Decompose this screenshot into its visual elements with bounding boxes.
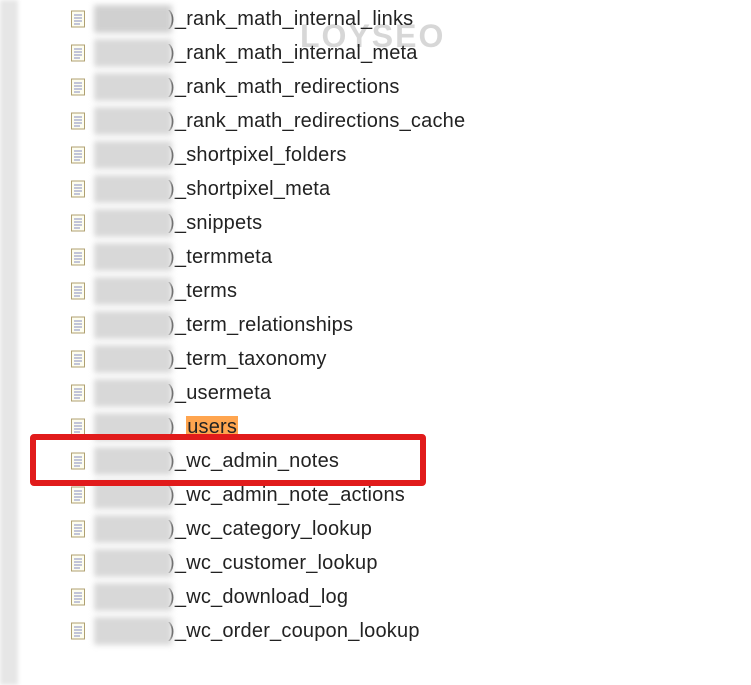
- table-name-text: _wc_admin_notes: [175, 450, 339, 473]
- table-icon: [70, 588, 88, 606]
- table-row[interactable]: )_wc_admin_notes: [70, 444, 751, 478]
- table-row[interactable]: )_term_relationships: [70, 308, 751, 342]
- redacted-prefix: [94, 515, 172, 543]
- table-icon: [70, 418, 88, 436]
- table-name-text: _rank_math_internal_links: [175, 8, 413, 31]
- redacted-prefix: [94, 311, 172, 339]
- table-name-label: )_wc_admin_notes: [172, 450, 339, 473]
- table-name-text: _rank_math_redirections: [175, 76, 400, 99]
- table-name-text: _shortpixel_folders: [175, 144, 347, 167]
- table-name-text: _terms: [175, 280, 237, 303]
- table-name-label: )_rank_math_internal_links: [172, 8, 413, 31]
- table-icon: [70, 316, 88, 334]
- table-name-text: _term_relationships: [175, 314, 353, 337]
- redacted-prefix: [94, 277, 172, 305]
- redacted-prefix: [94, 549, 172, 577]
- table-name-label: )_rank_math_internal_meta: [172, 42, 418, 65]
- table-name-text: _snippets: [175, 212, 262, 235]
- redacted-prefix: [94, 413, 172, 441]
- table-icon: [70, 282, 88, 300]
- table-name-text: _wc_download_log: [175, 586, 348, 609]
- redacted-prefix: [94, 617, 172, 645]
- redacted-prefix: [94, 379, 172, 407]
- table-name-label: )_users: [172, 416, 238, 439]
- table-row[interactable]: )_rank_math_internal_meta: [70, 36, 751, 70]
- table-row[interactable]: )_term_taxonomy: [70, 342, 751, 376]
- redacted-prefix: [94, 481, 172, 509]
- table-name-text: _rank_math_redirections_cache: [175, 110, 465, 133]
- redacted-prefix: [94, 141, 172, 169]
- search-match-highlight: users: [186, 416, 238, 439]
- table-row[interactable]: )_shortpixel_folders: [70, 138, 751, 172]
- db-table-list: )_rank_math_internal_links )_rank_math_i…: [0, 0, 751, 648]
- table-icon: [70, 248, 88, 266]
- table-name-label: )_snippets: [172, 212, 262, 235]
- redacted-prefix: [94, 345, 172, 373]
- table-icon: [70, 520, 88, 538]
- table-name-text: _wc_order_coupon_lookup: [175, 620, 420, 643]
- table-icon: [70, 78, 88, 96]
- table-row[interactable]: )_wc_category_lookup: [70, 512, 751, 546]
- table-name-label: )_term_taxonomy: [172, 348, 327, 371]
- table-icon: [70, 44, 88, 62]
- table-name-label: )_rank_math_redirections_cache: [172, 110, 465, 133]
- table-name-text: _wc_customer_lookup: [175, 552, 378, 575]
- table-name-text: _rank_math_internal_meta: [175, 42, 418, 65]
- table-name-text: _usermeta: [175, 382, 271, 405]
- redacted-prefix: [94, 583, 172, 611]
- table-icon: [70, 112, 88, 130]
- table-icon: [70, 10, 88, 28]
- table-row[interactable]: )_termmeta: [70, 240, 751, 274]
- redacted-prefix: [94, 107, 172, 135]
- table-row[interactable]: )_usermeta: [70, 376, 751, 410]
- table-row[interactable]: )_rank_math_redirections_cache: [70, 104, 751, 138]
- redacted-prefix: [94, 447, 172, 475]
- side-strip: [0, 0, 18, 685]
- table-name-label: )_rank_math_redirections: [172, 76, 400, 99]
- redacted-prefix: [94, 175, 172, 203]
- table-name-label: )_terms: [172, 280, 237, 303]
- table-icon: [70, 486, 88, 504]
- table-name-label: )_shortpixel_folders: [172, 144, 347, 167]
- table-icon: [70, 554, 88, 572]
- table-name-label: )_wc_customer_lookup: [172, 552, 378, 575]
- table-row[interactable]: )_rank_math_redirections: [70, 70, 751, 104]
- table-name-label: )_term_relationships: [172, 314, 353, 337]
- table-name-label: )_usermeta: [172, 382, 271, 405]
- table-row[interactable]: )_snippets: [70, 206, 751, 240]
- table-row[interactable]: )_wc_order_coupon_lookup: [70, 614, 751, 648]
- table-icon: [70, 384, 88, 402]
- table-name-label: )_wc_category_lookup: [172, 518, 372, 541]
- table-name-text: _shortpixel_meta: [175, 178, 331, 201]
- table-name-text: _termmeta: [175, 246, 272, 269]
- table-name-label: )_shortpixel_meta: [172, 178, 330, 201]
- redacted-prefix: [94, 39, 172, 67]
- table-icon: [70, 622, 88, 640]
- table-row[interactable]: )_wc_download_log: [70, 580, 751, 614]
- table-name-text: _wc_category_lookup: [175, 518, 372, 541]
- table-name-text: _term_taxonomy: [175, 348, 327, 371]
- table-name-text: _wc_admin_note_actions: [175, 484, 405, 507]
- table-name-label: )_wc_download_log: [172, 586, 348, 609]
- table-row[interactable]: )_rank_math_internal_links: [70, 2, 751, 36]
- table-name-label: )_wc_admin_note_actions: [172, 484, 405, 507]
- redacted-prefix: [94, 5, 172, 33]
- table-row[interactable]: )_users: [70, 410, 751, 444]
- table-icon: [70, 146, 88, 164]
- table-row[interactable]: )_shortpixel_meta: [70, 172, 751, 206]
- table-row[interactable]: )_wc_admin_note_actions: [70, 478, 751, 512]
- table-name-text-pre: _: [175, 416, 186, 439]
- table-icon: [70, 214, 88, 232]
- table-row[interactable]: )_terms: [70, 274, 751, 308]
- table-icon: [70, 350, 88, 368]
- redacted-prefix: [94, 209, 172, 237]
- table-name-label: )_wc_order_coupon_lookup: [172, 620, 420, 643]
- redacted-prefix: [94, 243, 172, 271]
- table-name-label: )_termmeta: [172, 246, 272, 269]
- table-icon: [70, 180, 88, 198]
- redacted-prefix: [94, 73, 172, 101]
- table-row[interactable]: )_wc_customer_lookup: [70, 546, 751, 580]
- table-icon: [70, 452, 88, 470]
